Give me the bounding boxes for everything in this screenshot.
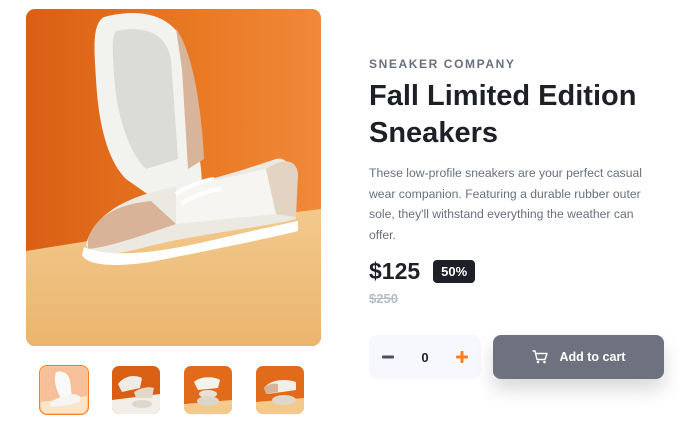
product-main-image[interactable] — [26, 9, 321, 346]
cart-icon — [532, 350, 548, 364]
minus-icon[interactable] — [379, 348, 397, 366]
thumbnail-3[interactable] — [184, 366, 232, 414]
current-price: $125 — [369, 258, 421, 284]
plus-icon[interactable] — [453, 348, 471, 366]
price-row: $125 50% — [369, 258, 476, 285]
product-title: Fall Limited Edition Sneakers — [369, 80, 637, 149]
discount-badge: 50% — [433, 260, 476, 283]
add-to-cart-button[interactable]: Add to cart — [493, 335, 664, 379]
product-description: These low-profile sneakers are your perf… — [369, 166, 642, 242]
company-name: SNEAKER COMPANY — [369, 57, 516, 71]
quantity-stepper: 0 — [369, 335, 481, 379]
thumbnail-4[interactable] — [256, 366, 304, 414]
original-price: $250 — [369, 291, 398, 306]
quantity-value: 0 — [421, 349, 429, 365]
thumbnail-2[interactable] — [112, 366, 160, 414]
add-to-cart-label: Add to cart — [559, 350, 626, 364]
thumbnail-1[interactable] — [39, 365, 89, 415]
thumbnail-strip — [39, 365, 304, 415]
